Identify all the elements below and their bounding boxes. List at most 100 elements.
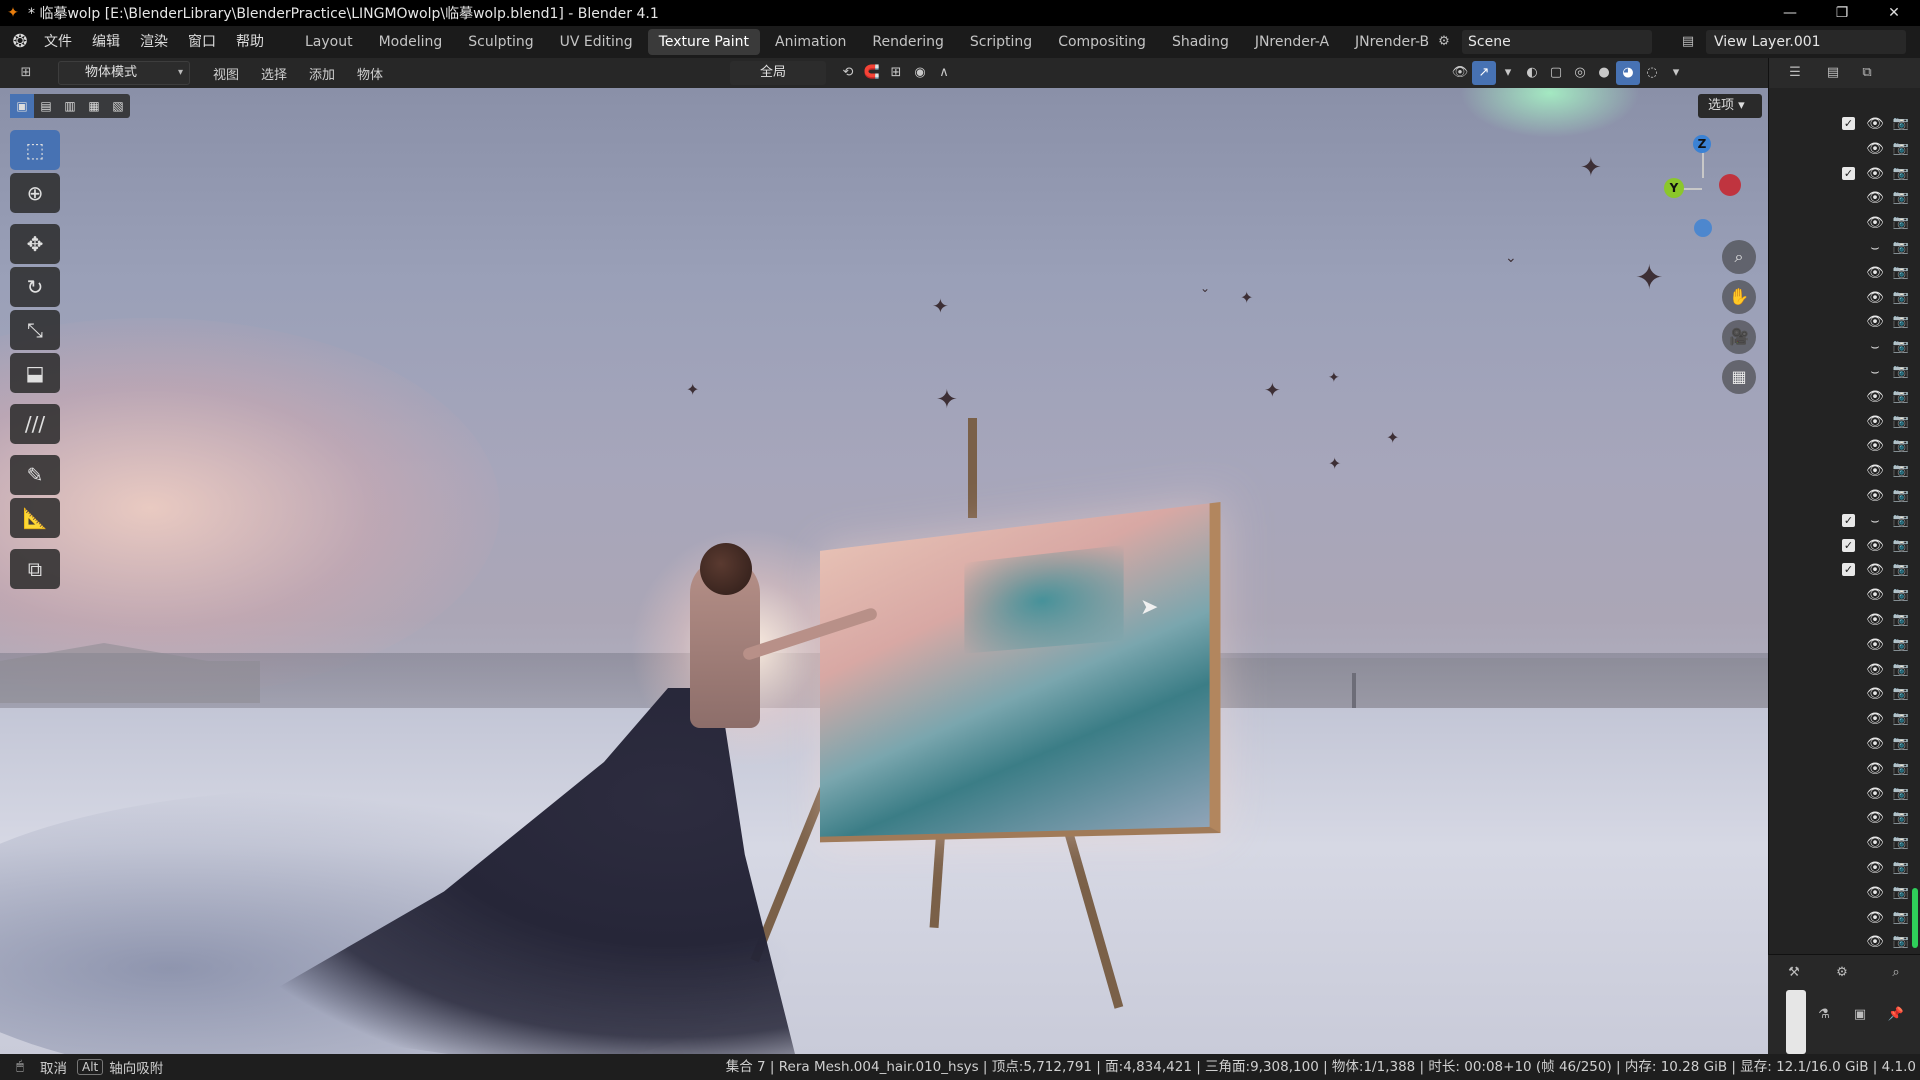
- camera-render-icon[interactable]: 📷: [1891, 362, 1911, 382]
- snap-target-icon[interactable]: ⊞: [884, 61, 908, 85]
- measure-tool[interactable]: 📐: [10, 498, 60, 538]
- perspective-grid-icon[interactable]: ▦: [1722, 360, 1756, 394]
- select-invert-icon[interactable]: ▦: [82, 94, 106, 118]
- eye-icon[interactable]: 👁: [1865, 734, 1885, 754]
- outliner-row[interactable]: 👁 📷: [1769, 831, 1919, 856]
- eye-icon[interactable]: 👁: [1865, 585, 1885, 605]
- render-region-icon[interactable]: ▣: [1848, 1003, 1872, 1027]
- gizmo-y-axis[interactable]: Y: [1664, 178, 1684, 198]
- eye-icon[interactable]: 👁: [1865, 213, 1885, 233]
- outliner-row[interactable]: 👁 📷: [1769, 930, 1919, 955]
- camera-render-icon[interactable]: 📷: [1891, 188, 1911, 208]
- eye-icon[interactable]: 👁: [1865, 759, 1885, 779]
- proportional-edit-icon[interactable]: ◉: [908, 61, 932, 85]
- outliner-row[interactable]: 👁 📷: [1769, 782, 1919, 807]
- annotate-tool[interactable]: ///: [10, 404, 60, 444]
- view-layer-name-field[interactable]: View Layer.001: [1706, 30, 1906, 54]
- visibility-icon[interactable]: 👁: [1448, 61, 1472, 85]
- camera-render-icon[interactable]: 📷: [1891, 387, 1911, 407]
- tab-scripting[interactable]: Scripting: [959, 29, 1043, 55]
- camera-render-icon[interactable]: 📷: [1891, 213, 1911, 233]
- camera-render-icon[interactable]: 📷: [1891, 858, 1911, 878]
- eye-icon[interactable]: 👁: [1865, 560, 1885, 580]
- menu-edit[interactable]: 编辑: [82, 26, 130, 58]
- outliner-row[interactable]: 👁 📷: [1769, 137, 1919, 162]
- tab-modeling[interactable]: Modeling: [368, 29, 454, 55]
- outliner-editor-icon[interactable]: ☰: [1783, 61, 1807, 85]
- select-new-icon[interactable]: ▣: [10, 94, 34, 118]
- eye-icon[interactable]: 👁: [1865, 164, 1885, 184]
- outliner-row[interactable]: 👁 📷: [1769, 385, 1919, 410]
- tab-texture-paint[interactable]: Texture Paint: [648, 29, 760, 55]
- tab-rendering[interactable]: Rendering: [861, 29, 955, 55]
- eye-closed-icon[interactable]: ⌣: [1865, 238, 1885, 258]
- camera-render-icon[interactable]: 📷: [1891, 734, 1911, 754]
- eye-icon[interactable]: 👁: [1865, 883, 1885, 903]
- camera-render-icon[interactable]: 📷: [1891, 288, 1911, 308]
- select-subtract-icon[interactable]: ▥: [58, 94, 82, 118]
- gizmo-dropdown-icon[interactable]: ▾: [1496, 61, 1520, 85]
- cursor-tool[interactable]: ⊕: [10, 173, 60, 213]
- gizmo-z-axis[interactable]: Z: [1693, 135, 1711, 153]
- eye-icon[interactable]: 👁: [1865, 188, 1885, 208]
- overlay-icon[interactable]: ◐: [1520, 61, 1544, 85]
- properties-icon[interactable]: ⚒: [1782, 961, 1806, 985]
- eye-icon[interactable]: 👁: [1865, 412, 1885, 432]
- outliner-row[interactable]: 👁 📷: [1769, 682, 1919, 707]
- blender-logo-icon[interactable]: ❂: [6, 28, 34, 56]
- outliner-row[interactable]: 👁 📷: [1769, 261, 1919, 286]
- falloff-icon[interactable]: ∧: [932, 61, 956, 85]
- camera-render-icon[interactable]: 📷: [1891, 536, 1911, 556]
- camera-render-icon[interactable]: 📷: [1891, 610, 1911, 630]
- pan-hand-icon[interactable]: ✋: [1722, 280, 1756, 314]
- pivot-icon[interactable]: ⟲: [836, 61, 860, 85]
- outliner-row[interactable]: ⌣ 📷: [1769, 335, 1919, 360]
- scale-tool[interactable]: ⤡: [10, 310, 60, 350]
- camera-render-icon[interactable]: 📷: [1891, 436, 1911, 456]
- tab-layout[interactable]: Layout: [294, 29, 364, 55]
- 3d-viewport[interactable]: ✦ ✦ ⌄ ✦ ✦ ⌄ ✦ ✦ ✦ ✦ ✦ ✦ Z Y ⌕ ✋ 🎥 ▦ ➤: [0, 88, 1768, 1054]
- eye-icon[interactable]: 👁: [1865, 387, 1885, 407]
- camera-render-icon[interactable]: 📷: [1891, 560, 1911, 580]
- outliner-row[interactable]: 👁 📷: [1769, 410, 1919, 435]
- editor-type-icon[interactable]: ⊞: [14, 61, 38, 85]
- properties-editor-icon[interactable]: ⚙: [1830, 961, 1854, 985]
- eye-icon[interactable]: 👁: [1865, 312, 1885, 332]
- eye-icon[interactable]: 👁: [1865, 858, 1885, 878]
- display-mode-icon[interactable]: ▤: [1821, 61, 1845, 85]
- camera-render-icon[interactable]: 📷: [1891, 932, 1911, 952]
- outliner-row[interactable]: 👁 📷: [1769, 211, 1919, 236]
- eye-icon[interactable]: 👁: [1865, 635, 1885, 655]
- tab-compositing[interactable]: Compositing: [1047, 29, 1157, 55]
- eye-icon[interactable]: 👁: [1865, 114, 1885, 134]
- menu-render[interactable]: 渲染: [130, 26, 178, 58]
- rotate-tool[interactable]: ↻: [10, 267, 60, 307]
- snap-icon[interactable]: 🧲: [860, 61, 884, 85]
- outliner-row[interactable]: 👁 📷: [1769, 459, 1919, 484]
- menu-window[interactable]: 窗口: [178, 26, 226, 58]
- select-intersect-icon[interactable]: ▧: [106, 94, 130, 118]
- tab-uv-editing[interactable]: UV Editing: [549, 29, 644, 55]
- mode-select[interactable]: 物体模式 ▾: [58, 61, 190, 85]
- camera-render-icon[interactable]: 📷: [1891, 585, 1911, 605]
- camera-render-icon[interactable]: 📷: [1891, 139, 1911, 159]
- outliner-row[interactable]: ⌣ 📷: [1769, 360, 1919, 385]
- eye-icon[interactable]: 👁: [1865, 784, 1885, 804]
- camera-render-icon[interactable]: 📷: [1891, 635, 1911, 655]
- scene-icon[interactable]: ⚙: [1432, 30, 1456, 54]
- camera-render-icon[interactable]: 📷: [1891, 486, 1911, 506]
- maximize-button[interactable]: ❐: [1816, 0, 1868, 26]
- transform-tool[interactable]: ⬓: [10, 353, 60, 393]
- tab-animation[interactable]: Animation: [764, 29, 857, 55]
- exclude-checkbox[interactable]: ✓: [1842, 539, 1855, 552]
- tab-jnrender-a[interactable]: JNrender-A: [1244, 29, 1340, 55]
- camera-render-icon[interactable]: 📷: [1891, 908, 1911, 928]
- zoom-icon[interactable]: ⌕: [1722, 240, 1756, 274]
- camera-render-icon[interactable]: 📷: [1891, 263, 1911, 283]
- outliner-row[interactable]: 👁 📷: [1769, 757, 1919, 782]
- camera-render-icon[interactable]: 📷: [1891, 684, 1911, 704]
- menu-file[interactable]: 文件: [34, 26, 82, 58]
- select-extend-icon[interactable]: ▤: [34, 94, 58, 118]
- tool-settings-icon[interactable]: ⚗: [1812, 1003, 1836, 1027]
- camera-render-icon[interactable]: 📷: [1891, 312, 1911, 332]
